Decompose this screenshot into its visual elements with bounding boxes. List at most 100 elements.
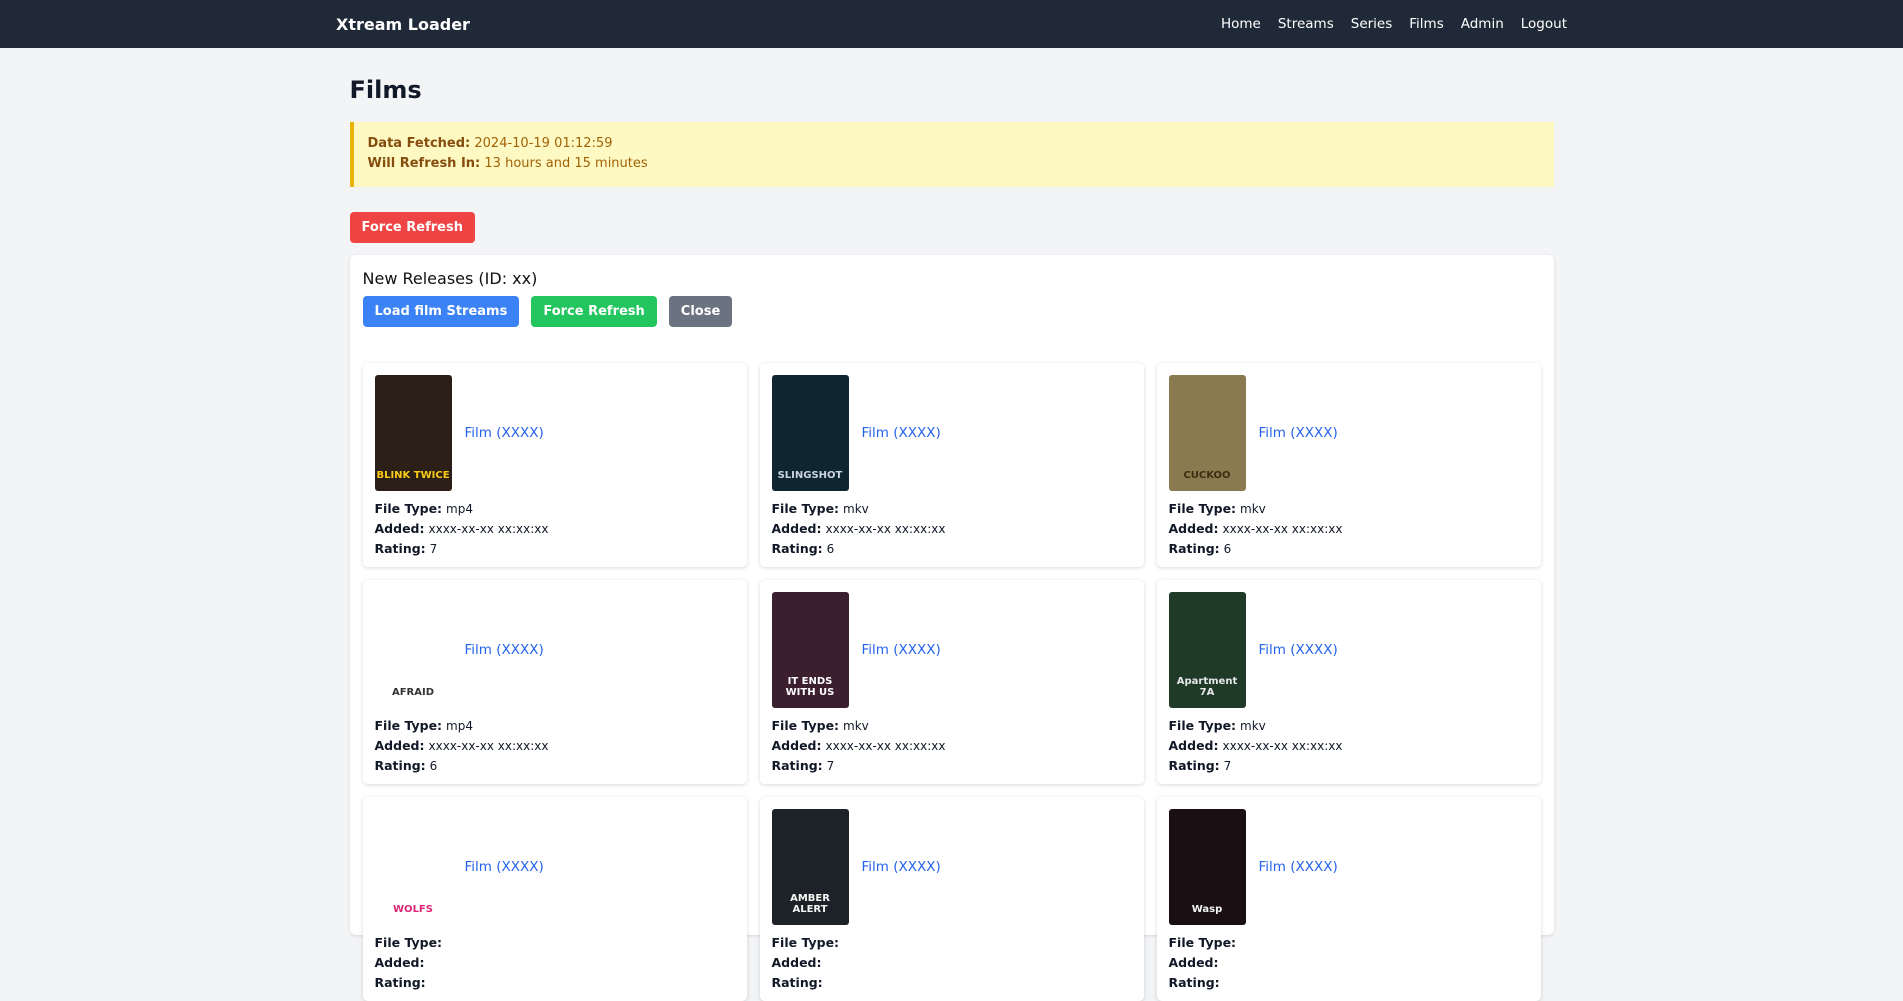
file-type-label: File Type: xyxy=(771,501,840,516)
film-meta: File Type: Added: Rating: xyxy=(375,933,735,993)
brand-logo[interactable]: Xtream Loader xyxy=(336,15,470,34)
film-card: IT ENDS WITH US Film (XXXX) File Type: m… xyxy=(759,580,1144,784)
added-value: xxxx-xx-xx xx:xx:xx xyxy=(825,522,946,536)
page-title: Films xyxy=(349,76,422,104)
added-label: Added: xyxy=(771,738,822,753)
film-meta: File Type: mkv Added: xxxx-xx-xx xx:xx:x… xyxy=(1169,716,1529,776)
film-title-link[interactable]: Film (XXXX) xyxy=(862,859,941,875)
file-type-label: File Type: xyxy=(1168,935,1237,950)
film-card: AMBER ALERT Film (XXXX) File Type: Added… xyxy=(759,797,1144,1001)
poster-title: Wasp xyxy=(1191,904,1223,915)
film-card: BLINK TWICE Film (XXXX) File Type: mp4 A… xyxy=(362,363,747,567)
film-card: AFRAID Film (XXXX) File Type: mp4 Added:… xyxy=(362,580,747,784)
top-navbar: Xtream Loader Home Streams Series Films … xyxy=(0,0,1903,48)
film-title-link[interactable]: Film (XXXX) xyxy=(862,425,941,441)
file-type-value: mkv xyxy=(843,502,869,516)
rating-label: Rating: xyxy=(374,975,426,990)
nav-link-admin[interactable]: Admin xyxy=(1461,16,1504,32)
refresh-label: Will Refresh In: xyxy=(367,156,481,171)
rating-label: Rating: xyxy=(771,541,823,556)
rating-label: Rating: xyxy=(1168,758,1220,773)
file-type-label: File Type: xyxy=(771,935,840,950)
nav-link-home[interactable]: Home xyxy=(1221,16,1261,32)
added-row: Added: xxxx-xx-xx xx:xx:xx xyxy=(375,519,735,539)
added-label: Added: xyxy=(1168,521,1219,536)
rating-value: 7 xyxy=(1223,759,1232,773)
added-row: Added: xyxy=(772,953,1132,973)
film-card: Apartment 7A Film (XXXX) File Type: mkv … xyxy=(1156,580,1541,784)
film-poster[interactable]: SLINGSHOT xyxy=(771,375,849,491)
poster-title: AMBER ALERT xyxy=(790,893,830,915)
rating-row: Rating: 6 xyxy=(772,539,1132,559)
added-label: Added: xyxy=(374,521,425,536)
film-meta: File Type: mkv Added: xxxx-xx-xx xx:xx:x… xyxy=(1169,499,1529,559)
nav-link-streams[interactable]: Streams xyxy=(1278,16,1334,32)
film-poster[interactable]: BLINK TWICE xyxy=(374,375,452,491)
film-card-header: AFRAID Film (XXXX) xyxy=(374,592,735,708)
file-type-value: mkv xyxy=(843,719,869,733)
film-title-link[interactable]: Film (XXXX) xyxy=(465,425,544,441)
panel-force-refresh-button[interactable]: Force Refresh xyxy=(531,296,657,327)
file-type-row: File Type: mkv xyxy=(772,499,1132,519)
added-label: Added: xyxy=(771,955,822,970)
file-type-value: mkv xyxy=(1240,502,1266,516)
film-card-header: Apartment 7A Film (XXXX) xyxy=(1168,592,1529,708)
force-refresh-button[interactable]: Force Refresh xyxy=(349,212,475,243)
file-type-label: File Type: xyxy=(374,718,443,733)
rating-label: Rating: xyxy=(1168,541,1220,556)
nav-link-films[interactable]: Films xyxy=(1409,16,1443,32)
film-meta: File Type: mp4 Added: xxxx-xx-xx xx:xx:x… xyxy=(375,716,735,776)
film-poster[interactable]: Apartment 7A xyxy=(1168,592,1246,708)
added-row: Added: xyxy=(375,953,735,973)
nav-link-series[interactable]: Series xyxy=(1351,16,1393,32)
refresh-line: Will Refresh In: 13 hours and 15 minutes xyxy=(368,154,1540,174)
film-poster[interactable]: IT ENDS WITH US xyxy=(771,592,849,708)
rating-label: Rating: xyxy=(771,975,823,990)
file-type-value: mp4 xyxy=(446,502,473,516)
film-card: WOLFS Film (XXXX) File Type: Added: Rati… xyxy=(362,797,747,1001)
file-type-row: File Type: mkv xyxy=(1169,716,1529,736)
main-container: Films Data Fetched: 2024-10-19 01:12:59 … xyxy=(349,76,1554,1001)
rating-row: Rating: 7 xyxy=(375,539,735,559)
rating-row: Rating: xyxy=(375,973,735,993)
refresh-value: 13 hours and 15 minutes xyxy=(484,156,648,171)
nav-link-logout[interactable]: Logout xyxy=(1521,16,1567,32)
film-meta: File Type: mkv Added: xxxx-xx-xx xx:xx:x… xyxy=(772,716,1132,776)
film-card-header: IT ENDS WITH US Film (XXXX) xyxy=(771,592,1132,708)
panel-buttons: Load film Streams Force Refresh Close xyxy=(362,296,1541,327)
poster-title: Apartment 7A xyxy=(1176,676,1238,698)
added-row: Added: xxxx-xx-xx xx:xx:xx xyxy=(1169,736,1529,756)
file-type-label: File Type: xyxy=(771,718,840,733)
film-title-link[interactable]: Film (XXXX) xyxy=(465,859,544,875)
film-title-link[interactable]: Film (XXXX) xyxy=(1259,642,1338,658)
rating-label: Rating: xyxy=(374,758,426,773)
rating-row: Rating: 6 xyxy=(1169,539,1529,559)
film-card: CUCKOO Film (XXXX) File Type: mkv Added:… xyxy=(1156,363,1541,567)
file-type-value: mp4 xyxy=(446,719,473,733)
film-title-link[interactable]: Film (XXXX) xyxy=(1259,859,1338,875)
file-type-row: File Type: xyxy=(1169,933,1529,953)
panel-title: New Releases (ID: xx) xyxy=(362,269,538,288)
film-title-link[interactable]: Film (XXXX) xyxy=(1259,425,1338,441)
film-title-link[interactable]: Film (XXXX) xyxy=(862,642,941,658)
fetched-label: Data Fetched: xyxy=(367,136,471,151)
rating-label: Rating: xyxy=(771,758,823,773)
film-grid: BLINK TWICE Film (XXXX) File Type: mp4 A… xyxy=(362,363,1541,1001)
file-type-label: File Type: xyxy=(374,501,443,516)
film-poster[interactable]: AFRAID xyxy=(374,592,452,708)
added-row: Added: xxxx-xx-xx xx:xx:xx xyxy=(772,736,1132,756)
film-meta: File Type: Added: Rating: xyxy=(772,933,1132,993)
film-poster[interactable]: CUCKOO xyxy=(1168,375,1246,491)
film-title-link[interactable]: Film (XXXX) xyxy=(465,642,544,658)
load-film-streams-button[interactable]: Load film Streams xyxy=(362,296,520,327)
added-label: Added: xyxy=(374,738,425,753)
close-button[interactable]: Close xyxy=(668,296,733,327)
film-meta: File Type: Added: Rating: xyxy=(1169,933,1529,993)
added-label: Added: xyxy=(771,521,822,536)
added-row: Added: xxxx-xx-xx xx:xx:xx xyxy=(375,736,735,756)
poster-title: AFRAID xyxy=(391,687,435,698)
file-type-row: File Type: mkv xyxy=(772,716,1132,736)
added-label: Added: xyxy=(374,955,425,970)
category-panel: New Releases (ID: xx) Load film Streams … xyxy=(349,255,1554,1001)
rating-label: Rating: xyxy=(374,541,426,556)
